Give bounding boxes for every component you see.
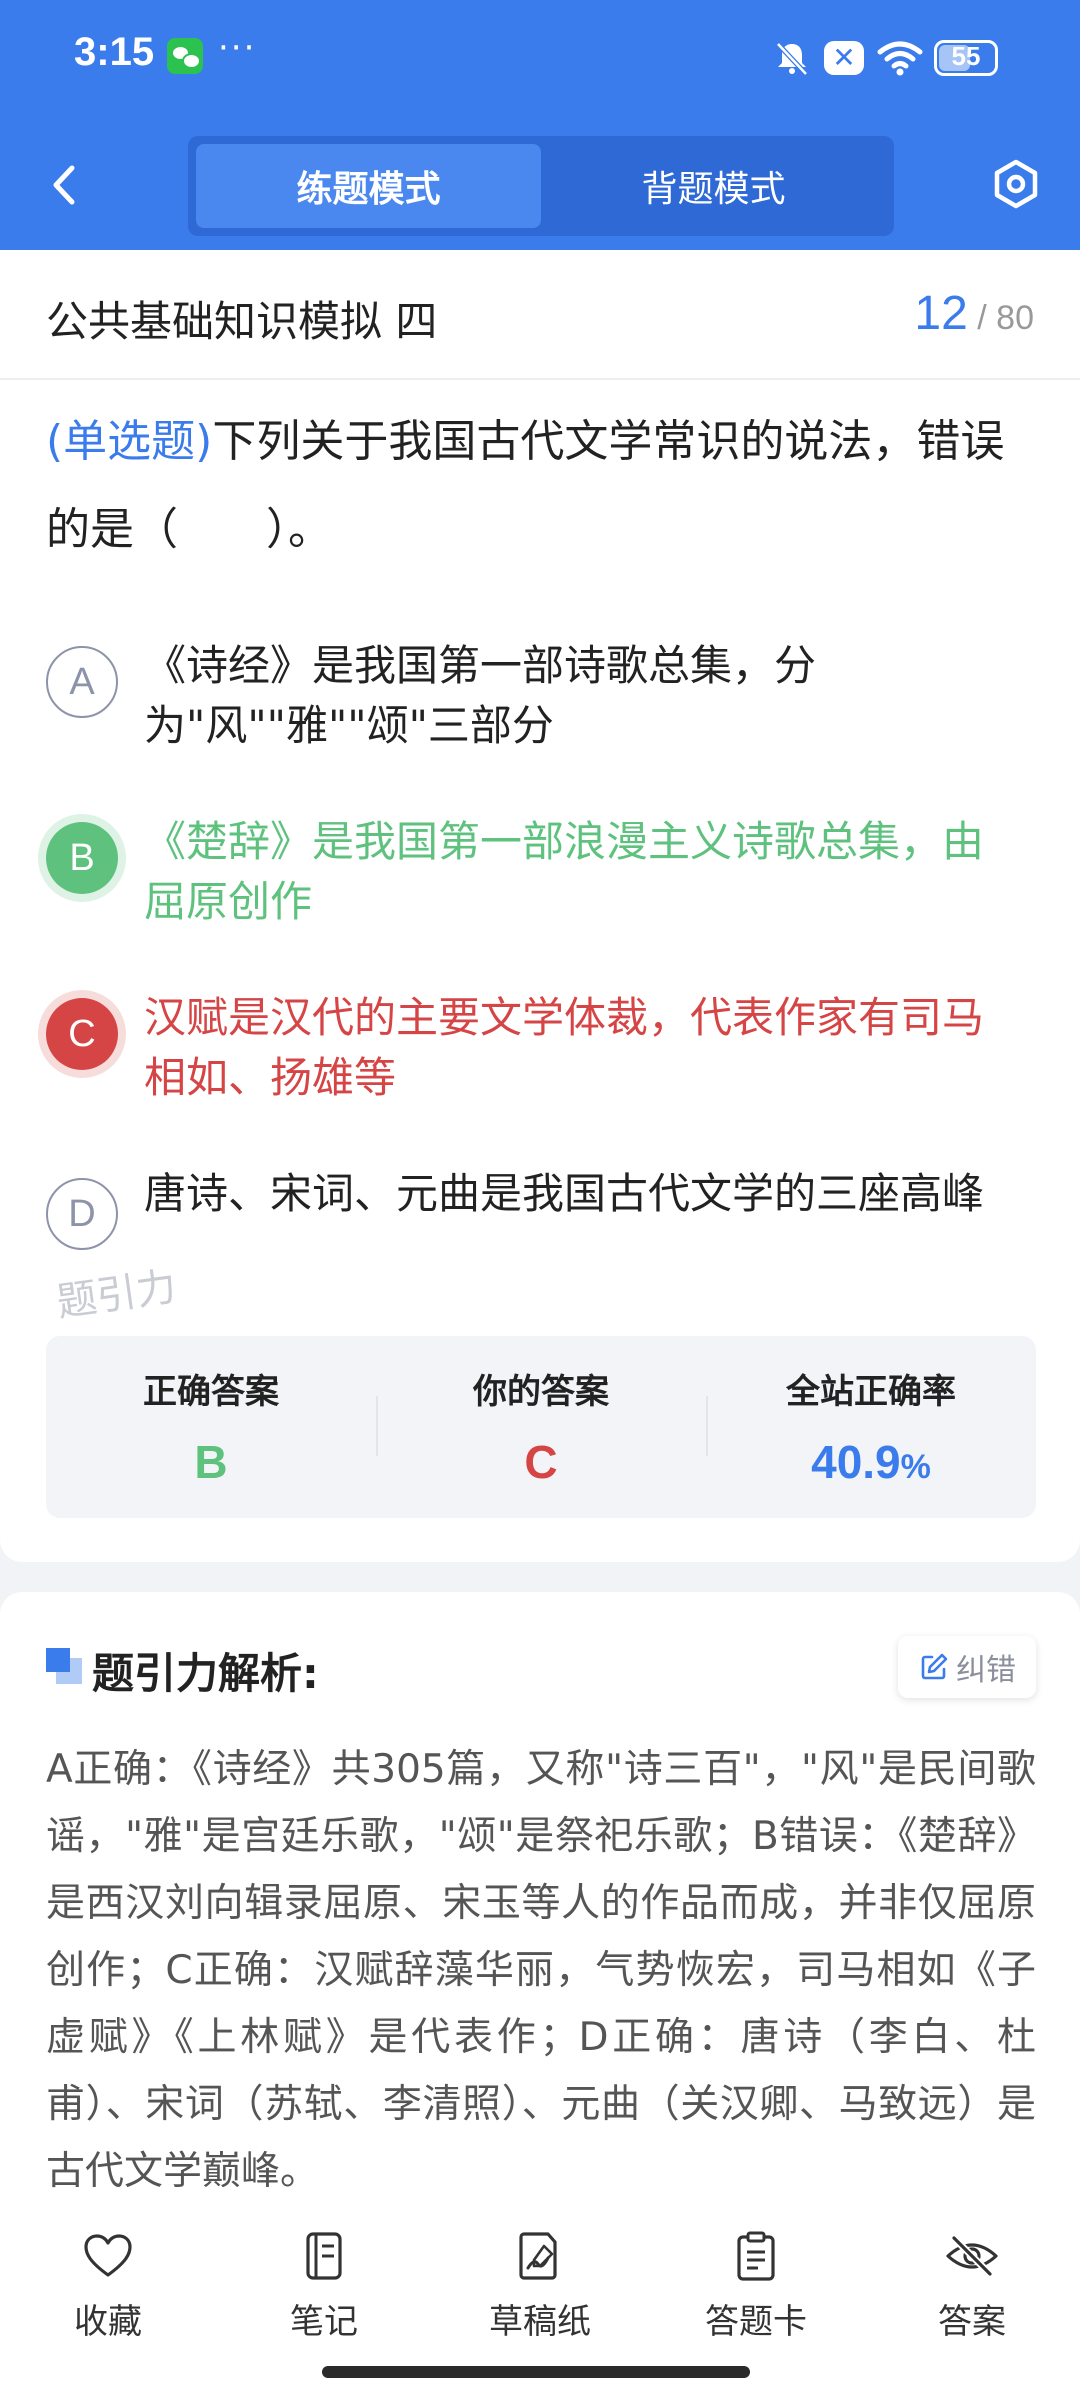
favorite-button[interactable]: 收藏 <box>0 2214 216 2400</box>
edit-icon <box>921 1653 948 1680</box>
analysis-text: A正确：《诗经》共305篇，又称"诗三百"，"风"是民间歌谣，"雅"是宫廷乐歌，… <box>46 1747 1036 2194</box>
tab-recite-mode[interactable]: 背题模式 <box>541 144 886 228</box>
accuracy-rate-column: 全站正确率 40.9% <box>706 1336 1036 1518</box>
show-answer-label: 答案 <box>938 2302 1006 2342</box>
option-text: 唐诗、宋词、元曲是我国古代文学的三座高峰 <box>144 1169 985 1218</box>
option-text: 汉赋是汉代的主要文学体裁，代表作家有司马相如、扬雄等 <box>144 993 985 1102</box>
draft-paper-icon <box>519 2232 557 2280</box>
analysis-title: 题引力解析: <box>92 1649 319 1698</box>
option-letter: D <box>46 1178 118 1250</box>
option-text: 《楚辞》是我国第一部浪漫主义诗歌总集，由屈原创作 <box>144 817 985 926</box>
settings-hexagon-icon[interactable] <box>990 158 1042 210</box>
mode-switch: 练题模式 背题模式 <box>188 136 894 236</box>
favorite-label: 收藏 <box>74 2302 142 2342</box>
option-text: 《诗经》是我国第一部诗歌总集，分为"风""雅""颂"三部分 <box>144 641 817 750</box>
tab-practice-mode[interactable]: 练题模式 <box>196 144 541 228</box>
notebook-icon <box>306 2232 342 2280</box>
notes-label: 笔记 <box>290 2302 358 2342</box>
mute-bell-icon <box>776 42 808 76</box>
battery-level: 55 <box>951 41 981 71</box>
report-error-button[interactable]: 纠错 <box>898 1636 1036 1698</box>
question-progress: 12 / 80 <box>914 286 1034 341</box>
paper-title: 公共基础知识模拟 四 <box>46 297 438 346</box>
correct-answer-label: 正确答案 <box>143 1372 279 1412</box>
accuracy-rate-number: 40.9 <box>811 1436 901 1488</box>
question-type: (单选题) <box>46 416 213 467</box>
correct-answer-value: B <box>194 1436 228 1488</box>
show-answer-button[interactable]: 答案 <box>864 2214 1080 2400</box>
your-answer-value: C <box>524 1436 558 1488</box>
accuracy-rate-unit: % <box>900 1448 931 1486</box>
battery-icon: 55 <box>934 40 998 76</box>
accuracy-rate-value: 40.9% <box>811 1435 931 1489</box>
heart-icon <box>84 2234 132 2277</box>
eye-off-icon <box>946 2235 998 2277</box>
option-letter: A <box>46 646 118 718</box>
header-divider <box>0 378 1080 380</box>
answer-sheet-label: 答题卡 <box>705 2302 807 2342</box>
total-questions: 80 <box>996 299 1034 337</box>
progress-separator: / <box>977 299 987 337</box>
question-stem: (单选题)下列关于我国古代文学常识的说法，错误的是（ ）。 <box>46 398 1036 574</box>
report-error-label: 纠错 <box>956 1653 1016 1688</box>
your-answer-label: 你的答案 <box>473 1372 609 1412</box>
answer-sheet-icon <box>737 2231 775 2281</box>
wechat-notification-icon <box>167 38 203 74</box>
accuracy-rate-label: 全站正确率 <box>786 1372 956 1412</box>
more-notifications-indicator: ··· <box>218 28 257 68</box>
close-badge-icon: ✕ <box>824 41 864 75</box>
current-question-number: 12 <box>914 287 968 340</box>
option-letter: B <box>46 822 118 894</box>
wifi-icon <box>877 41 923 76</box>
analysis-squares-icon <box>46 1648 82 1684</box>
your-answer-column: 你的答案 C <box>376 1336 706 1518</box>
answer-summary: 正确答案 B 你的答案 C 全站正确率 40.9% <box>46 1336 1036 1518</box>
back-arrow-icon[interactable] <box>44 160 84 210</box>
home-indicator[interactable] <box>322 2366 750 2378</box>
draft-paper-label: 草稿纸 <box>489 2302 591 2342</box>
option-letter: C <box>46 998 118 1070</box>
status-time: 3:15 <box>74 30 155 74</box>
correct-answer-column: 正确答案 B <box>46 1336 376 1518</box>
